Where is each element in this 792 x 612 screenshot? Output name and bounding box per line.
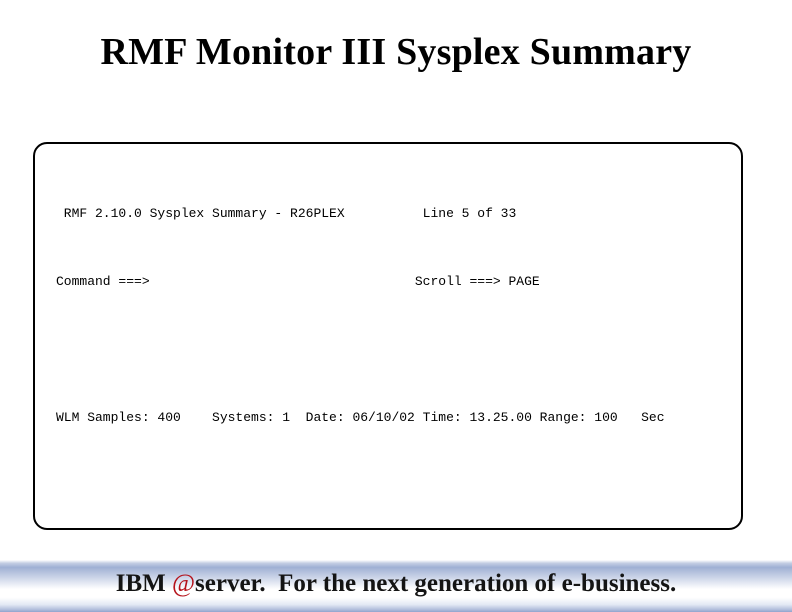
terminal-screen: RMF 2.10.0 Sysplex Summary - R26PLEX Lin… (56, 154, 672, 528)
terminal-line-command[interactable]: Command ===> Scroll ===> PAGE (56, 273, 672, 290)
page-title: RMF Monitor III Sysplex Summary (100, 31, 692, 73)
terminal-line-header-title: RMF 2.10.0 Sysplex Summary - R26PLEX Lin… (56, 206, 517, 221)
terminal-line-blank-1 (56, 341, 672, 358)
terminal-panel: RMF 2.10.0 Sysplex Summary - R26PLEX Lin… (33, 142, 743, 530)
terminal-line-blank-2 (56, 477, 672, 494)
terminal-line-status: WLM Samples: 400 Systems: 1 Date: 06/10/… (56, 410, 665, 425)
eserver-word: server. (195, 570, 266, 597)
footer-tagline: IBM @server. For the next generation of … (0, 568, 792, 600)
ibm-logo: IBM (115, 570, 166, 597)
footer-tagline-text: For the next generation of e-business. (278, 570, 677, 597)
eserver-at-icon: @ (172, 570, 196, 597)
footer-band: IBM @server. For the next generation of … (0, 560, 792, 612)
